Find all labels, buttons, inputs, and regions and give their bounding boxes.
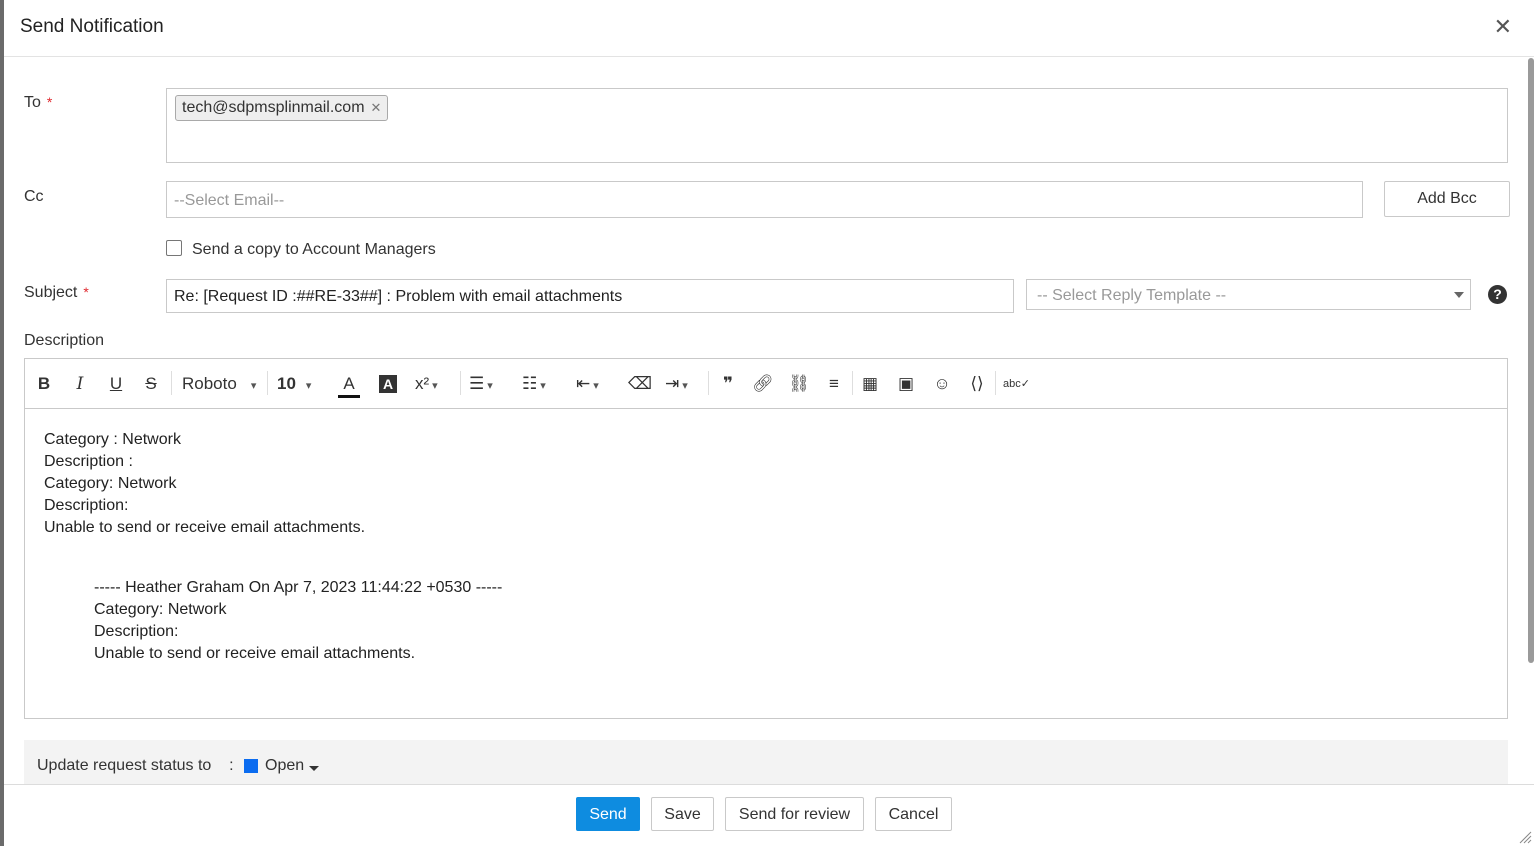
toolbar-divider (852, 371, 853, 395)
quote-line: ----- Heather Graham On Apr 7, 2023 11:4… (94, 579, 503, 596)
font-color-icon[interactable]: A (338, 371, 360, 398)
align-icon[interactable]: ☰ ▾ (469, 371, 507, 397)
unlink-icon[interactable]: ⛓︎ (788, 371, 810, 397)
status-select[interactable]: Open (265, 757, 304, 775)
table-icon[interactable]: ▦ (859, 371, 881, 397)
caret-down-icon[interactable] (309, 766, 319, 771)
help-icon[interactable]: ? (1488, 285, 1507, 304)
to-label-text: To (24, 94, 41, 111)
subject-label: Subject * (24, 284, 89, 302)
clear-format-icon[interactable]: ⌫ (628, 371, 652, 397)
reply-template-select[interactable]: -- Select Reply Template -- (1026, 279, 1471, 310)
status-label: Update request status to : (37, 757, 234, 775)
font-family-select[interactable]: Roboto ▾ (182, 371, 264, 397)
required-mark: * (83, 284, 89, 300)
underline-icon[interactable]: U (107, 371, 125, 397)
status-separator: : (229, 757, 234, 774)
list-icon[interactable]: ☷ ▾ (522, 371, 560, 397)
quote-line: Unable to send or receive email attachme… (94, 645, 416, 662)
toolbar-divider (171, 371, 172, 395)
close-icon[interactable]: ✕ (1494, 14, 1512, 40)
toolbar-divider (995, 371, 996, 395)
chevron-down-icon: ▾ (305, 380, 312, 392)
strikethrough-icon[interactable]: S (142, 371, 160, 397)
quote-line: Description: (94, 623, 179, 640)
chevron-down-icon: ▾ (487, 380, 493, 392)
cancel-button[interactable]: Cancel (875, 797, 952, 831)
to-label: To * (24, 94, 52, 112)
recipient-chip[interactable]: tech@sdpmsplinmail.com ✕ (175, 95, 389, 121)
status-bar: Update request status to : Open (24, 740, 1508, 784)
cc-label: Cc (24, 188, 44, 205)
status-color-swatch (244, 759, 258, 773)
chevron-down-icon: ▾ (682, 380, 688, 392)
toolbar-divider (460, 371, 461, 395)
to-field[interactable]: tech@sdpmsplinmail.com ✕ (166, 88, 1508, 163)
editor-toolbar: B I U S Roboto ▾ 10 ▾ A A x² ▾ ☰ ▾ ☷ ▾ ⇤ ▾ ⌫ ⇥… (25, 359, 1507, 409)
remove-recipient-icon[interactable]: ✕ (371, 100, 382, 115)
body-line: Unable to send or receive email attachme… (44, 519, 366, 536)
bold-icon[interactable]: B (35, 371, 53, 397)
send-notification-dialog: Send Notification ✕ To * tech@sdpmsplinma… (4, 0, 1534, 847)
resize-grip-icon[interactable] (1518, 830, 1532, 844)
rich-text-editor[interactable]: B I U S Roboto ▾ 10 ▾ A A x² ▾ ☰ ▾ ☷ ▾ ⇤ ▾ ⌫ ⇥… (24, 358, 1508, 719)
code-icon[interactable]: ⟨⟩ (966, 371, 988, 397)
editor-body[interactable]: Category : Network Description : Categor… (44, 429, 365, 539)
send-button[interactable]: Send (576, 797, 640, 831)
spellcheck-icon[interactable]: abc✓ (1003, 371, 1030, 397)
recipient-email: tech@sdpmsplinmail.com (182, 99, 365, 116)
body-line: Description : (44, 453, 133, 470)
required-mark: * (46, 94, 53, 110)
toolbar-divider (267, 371, 268, 395)
quote-line: Category: Network (94, 601, 227, 618)
chevron-down-icon: ▾ (432, 380, 438, 392)
background-color-icon[interactable]: A (377, 371, 399, 397)
description-label: Description (24, 332, 105, 349)
send-for-review-button[interactable]: Send for review (725, 797, 864, 831)
superscript-icon[interactable]: x² ▾ (415, 371, 453, 397)
line-spacing-icon[interactable]: ≡ (823, 371, 845, 397)
copy-managers-row: Send a copy to Account Managers (166, 240, 436, 259)
save-button[interactable]: Save (651, 797, 714, 831)
body-line: Description: (44, 497, 129, 514)
indent-icon[interactable]: ⇤ ▾ (576, 371, 614, 397)
scrollbar[interactable] (1528, 58, 1534, 663)
chevron-down-icon: ▾ (540, 380, 546, 392)
body-line: Category: Network (44, 475, 177, 492)
reply-template-placeholder: -- Select Reply Template -- (1037, 287, 1227, 304)
font-size-value: 10 (277, 374, 296, 393)
chevron-down-icon: ▾ (593, 380, 599, 392)
dialog-header: Send Notification ✕ (4, 0, 1534, 57)
dialog-title: Send Notification (20, 16, 164, 37)
italic-icon[interactable]: I (71, 371, 89, 397)
subject-label-text: Subject (24, 284, 78, 301)
body-line: Category : Network (44, 431, 181, 448)
quote-icon[interactable]: ❞ (717, 371, 739, 397)
dialog-footer: Send Save Send for review Cancel (4, 784, 1534, 847)
image-icon[interactable]: ▣ (895, 371, 917, 397)
add-bcc-button[interactable]: Add Bcc (1384, 181, 1510, 217)
emoji-icon[interactable]: ☺ (931, 371, 953, 397)
copy-managers-checkbox[interactable] (166, 240, 182, 256)
cc-input[interactable]: --Select Email-- (166, 181, 1363, 218)
chevron-down-icon: ▾ (250, 380, 257, 392)
copy-managers-label: Send a copy to Account Managers (192, 241, 436, 258)
font-family-value: Roboto (182, 374, 237, 393)
chevron-down-icon (1454, 292, 1464, 298)
quoted-message: ----- Heather Graham On Apr 7, 2023 11:4… (94, 577, 502, 665)
link-icon[interactable]: 🔗︎ (752, 371, 774, 397)
toolbar-divider (708, 371, 709, 395)
font-size-select[interactable]: 10 ▾ (277, 371, 323, 397)
subject-input[interactable]: Re: [Request ID :##RE-33##] : Problem wi… (166, 279, 1014, 313)
text-direction-icon[interactable]: ⇥ ▾ (665, 371, 703, 397)
status-label-text: Update request status to (37, 757, 212, 774)
